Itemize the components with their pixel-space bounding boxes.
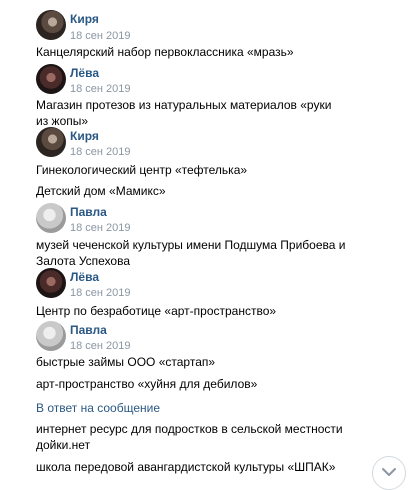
avatar[interactable] xyxy=(36,10,66,40)
message-date[interactable]: 18 сен 2019 xyxy=(70,287,131,299)
message-text: музей чеченской культуры имени Подшума П… xyxy=(36,238,346,268)
message-text: быстрые займы ООО «стартап» xyxy=(36,355,216,369)
message-date[interactable]: 18 сен 2019 xyxy=(70,83,131,95)
message-date[interactable]: 18 сен 2019 xyxy=(70,222,131,234)
chevron-down-icon xyxy=(382,468,396,476)
avatar[interactable] xyxy=(36,321,66,351)
message-date[interactable]: 18 сен 2019 xyxy=(70,340,131,352)
message-text: арт-пространство «хуйня для дебилов» xyxy=(36,377,258,391)
author-name[interactable]: Лёва xyxy=(70,66,99,80)
message-date[interactable]: 18 сен 2019 xyxy=(70,30,131,42)
message-text: Канцелярский набор первоклассника «мразь… xyxy=(36,45,294,59)
author-name[interactable]: Лёва xyxy=(70,270,99,284)
reply-link[interactable]: В ответ на сообщение xyxy=(36,401,160,415)
message-text: интернет ресурс для подростков в сельско… xyxy=(36,422,343,452)
avatar[interactable] xyxy=(36,203,66,233)
author-name[interactable]: Павла xyxy=(70,205,107,219)
message-text: Магазин протезов из натуральных материал… xyxy=(36,98,332,128)
author-name[interactable]: Киря xyxy=(70,12,99,26)
message-text: Детский дом «Мамикс» xyxy=(36,184,166,198)
scroll-down-button[interactable] xyxy=(372,456,406,490)
author-name[interactable]: Киря xyxy=(70,129,99,143)
avatar[interactable] xyxy=(36,64,66,94)
message-date[interactable]: 18 сен 2019 xyxy=(70,146,131,158)
avatar[interactable] xyxy=(36,268,66,298)
message-text: Центр по безработице «арт-пространство» xyxy=(36,304,277,318)
message-text: Гинекологический центр «тефтелька» xyxy=(36,163,248,177)
avatar[interactable] xyxy=(36,127,66,157)
author-name[interactable]: Павла xyxy=(70,323,107,337)
message-text: школа передовой авангардистской культуры… xyxy=(36,460,336,474)
